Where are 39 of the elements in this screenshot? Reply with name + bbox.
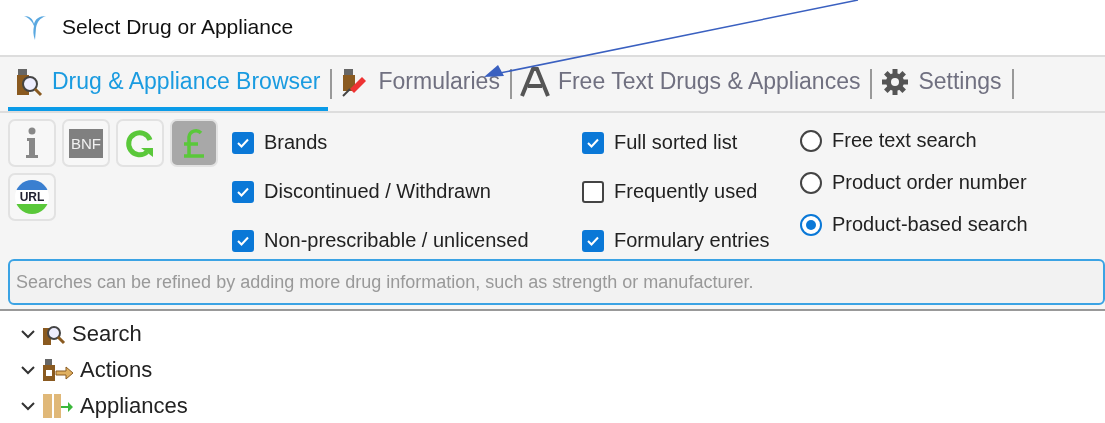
window-title: Select Drug or Appliance [62,15,294,40]
toolbar-button[interactable] [8,119,56,168]
bottle-arrow-icon [42,358,74,382]
toolbar-button[interactable]: URL [8,173,56,222]
checkbox[interactable] [582,131,604,154]
refresh-icon [125,128,155,159]
tab[interactable]: Formularies [334,56,508,112]
settings-icon [880,67,911,97]
toolbar-button[interactable]: BNF [62,119,110,168]
search-field[interactable]: Searches can be refined by adding more drug information, such as strength or manufacturer. [8,259,1105,305]
magnifier-icon [14,67,44,97]
tab[interactable]: Settings [874,56,1010,112]
radio-label: Product-based search [832,213,1028,237]
tab[interactable]: Free Text Drugs & Appliances [513,56,869,112]
url-globe-icon: URL [15,180,49,215]
tree-item[interactable]: Search [72,321,142,347]
checkbox-label: Brands [264,131,328,155]
tree-item[interactable]: Actions [80,357,153,383]
checkbox-label: Full sorted list [614,131,738,155]
radio-label: Free text search [832,129,977,153]
radio-button[interactable] [800,171,822,194]
radio-label: Product order number [832,171,1027,195]
checkbox-label: Non-prescribable / unlicensed [264,229,529,253]
letter-icon [519,66,550,98]
bnf-label: BNF [69,128,103,158]
checkbox[interactable] [232,131,254,154]
checkbox-label: Frequently used [614,180,758,204]
checkbox-label: Discontinued / Withdrawn [264,180,491,204]
radio-button[interactable] [800,129,822,152]
checkbox[interactable] [582,180,604,203]
info-icon [24,127,40,160]
checkbox[interactable] [582,229,604,252]
tree-item[interactable]: Appliances [80,393,188,419]
radio-button[interactable] [800,213,822,236]
checkbox[interactable] [232,180,254,203]
checkbox[interactable] [232,229,254,252]
pound-icon [181,126,207,161]
checkbox-label: Formulary entries [614,229,770,253]
grid-arrow-icon [42,393,74,419]
